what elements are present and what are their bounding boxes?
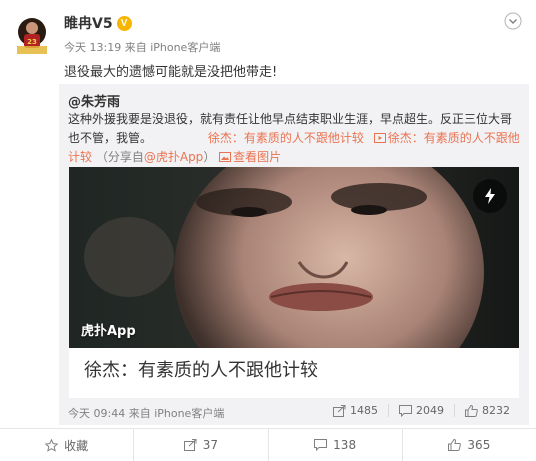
video-title[interactable]: 徐杰：有素质的人不跟他计较 — [84, 356, 318, 382]
comment-button[interactable]: 138 — [267, 429, 402, 461]
comment-icon — [399, 404, 412, 417]
avatar-image: 23 — [13, 10, 51, 56]
share-app-link[interactable]: @虎扑App — [144, 150, 203, 164]
repost-count: 37 — [202, 438, 219, 452]
video-card[interactable]: 虎扑App 徐杰：有素质的人不跟他计较 — [69, 167, 519, 398]
quoted-like-count-text: 8232 — [482, 404, 510, 417]
username[interactable]: 睢冉V5 V — [64, 13, 132, 33]
post-timestamp-source[interactable]: 今天 13:19 来自 iPhone客户端 — [64, 39, 220, 55]
post-text: 退役最大的遗憾可能就是没把他带走! — [64, 65, 278, 80]
action-bar: 收藏 37 138 365 — [0, 428, 536, 461]
quoted-comment-count[interactable]: 2049 — [388, 404, 454, 417]
comment-count: 138 — [333, 438, 357, 452]
video-link-icon — [373, 133, 386, 143]
hashtag-link[interactable]: 徐杰：有素质的人不跟他计较 — [208, 131, 364, 145]
like-button[interactable]: 365 — [401, 429, 536, 461]
quoted-comment-count-text: 2049 — [416, 404, 444, 417]
favorite-label: 收藏 — [64, 438, 89, 453]
repost-button[interactable]: 37 — [133, 429, 267, 461]
quoted-timestamp-source[interactable]: 今天 09:44 来自 iPhone客户端 — [68, 405, 224, 421]
svg-text:23: 23 — [27, 38, 37, 46]
quoted-author-link[interactable]: @朱芳雨 — [68, 91, 120, 110]
quoted-repost-count-text: 1485 — [350, 404, 378, 417]
lightning-icon[interactable] — [473, 179, 507, 213]
repost-icon — [333, 404, 346, 417]
view-image-link[interactable]: 查看图片 — [219, 150, 281, 164]
thumbs-up-icon — [465, 404, 478, 417]
quoted-repost-count[interactable]: 1485 — [323, 404, 388, 417]
quoted-post-stats: 1485 2049 8232 — [323, 404, 520, 417]
repost-icon — [183, 439, 197, 451]
video-source-logo: 虎扑App — [81, 324, 136, 339]
video-thumbnail-image — [69, 167, 519, 348]
video-thumbnail[interactable]: 虎扑App — [69, 167, 519, 348]
quoted-post-text: 这种外援我要是没退役，就有责任让他早点结束职业生涯，早点超生。反正三位大哥也不管… — [68, 110, 520, 167]
verified-badge-icon: V — [116, 15, 132, 31]
username-text[interactable]: 睢冉V5 — [64, 13, 113, 33]
like-count: 365 — [467, 438, 491, 452]
share-note-open: （分享自 — [95, 150, 144, 164]
view-image-text[interactable]: 查看图片 — [233, 150, 281, 164]
star-icon — [45, 438, 59, 452]
image-icon — [219, 152, 232, 162]
avatar[interactable]: 23 — [13, 10, 51, 56]
favorite-button[interactable]: 收藏 — [0, 429, 133, 461]
weibo-post: 23 睢冉V5 V 今天 13:19 来自 iPhone客户端 退役最大的遗憾可… — [0, 0, 536, 461]
quoted-like-count[interactable]: 8232 — [454, 404, 520, 417]
chevron-down-icon[interactable] — [504, 12, 522, 30]
thumbs-up-icon — [448, 439, 462, 451]
share-note-close: ） — [203, 150, 216, 164]
comment-icon — [314, 439, 328, 451]
